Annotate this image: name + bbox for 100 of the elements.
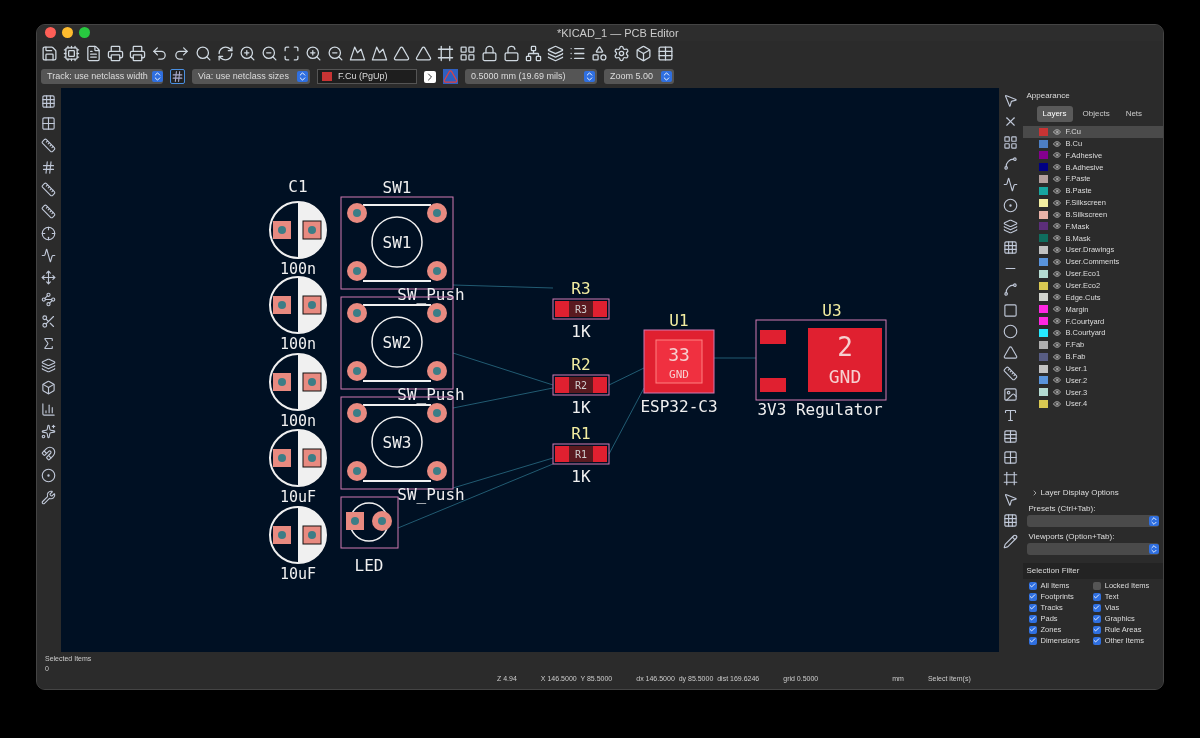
- grid-icon[interactable]: [1003, 134, 1019, 150]
- search-icon[interactable]: [195, 44, 212, 62]
- panel-tab[interactable]: Objects: [1076, 105, 1116, 122]
- eye-icon[interactable]: [1052, 222, 1061, 231]
- circle-dot-icon[interactable]: [1003, 197, 1019, 213]
- viewports-dropdown[interactable]: [1026, 542, 1159, 555]
- layer-dropdown[interactable]: F.Cu (PgUp): [317, 69, 417, 85]
- pcb-canvas[interactable]: C1 100n 100n 100n 10uF 10uF SW1 SW1 SW_Push SW2 SW_Push SW3 SW_Push LED R3 R3 1K R2 R2 1K R1 R1 1K U1 33 GND ESP32-C3 U3 2 GND 3V3 Regulator: [60, 87, 999, 652]
- option-dropdown[interactable]: Via: use netclass sizes: [192, 69, 310, 85]
- eye-icon[interactable]: [1052, 329, 1061, 337]
- eye-icon[interactable]: [1052, 364, 1061, 373]
- circle-icon[interactable]: [1003, 323, 1019, 339]
- ruler-icon[interactable]: [41, 137, 57, 153]
- undo-icon[interactable]: [151, 44, 168, 62]
- checkbox[interactable]: [1092, 625, 1101, 634]
- eye-icon[interactable]: [1052, 246, 1061, 255]
- ruler-icon[interactable]: [41, 181, 57, 197]
- spline-icon[interactable]: [1003, 281, 1019, 297]
- checkbox[interactable]: [1028, 614, 1037, 623]
- print-icon[interactable]: [129, 44, 146, 62]
- activity-icon[interactable]: [1003, 176, 1019, 192]
- eye-icon[interactable]: [1052, 293, 1061, 302]
- eye-icon[interactable]: [1052, 139, 1061, 148]
- table-icon[interactable]: [1003, 428, 1019, 444]
- eye-icon[interactable]: [1052, 186, 1061, 195]
- unlock-icon[interactable]: [503, 44, 520, 62]
- triangle-icon[interactable]: [1003, 344, 1019, 360]
- eye-icon[interactable]: [1052, 127, 1061, 136]
- checkbox[interactable]: [1028, 636, 1037, 645]
- box-icon[interactable]: [635, 44, 652, 62]
- layers-icon[interactable]: [1003, 218, 1019, 234]
- zoom-fit-icon[interactable]: [283, 44, 300, 62]
- network-icon[interactable]: [525, 44, 542, 62]
- print-icon[interactable]: [107, 44, 124, 62]
- table-icon[interactable]: [1003, 449, 1019, 465]
- chip-icon[interactable]: [63, 44, 80, 62]
- checkbox[interactable]: [1028, 581, 1037, 590]
- zoom-out-icon[interactable]: [327, 44, 344, 62]
- eye-icon[interactable]: [1052, 317, 1061, 326]
- checkbox[interactable]: [1028, 625, 1037, 634]
- eye-icon[interactable]: [1052, 257, 1061, 266]
- eye-icon[interactable]: [1052, 269, 1061, 278]
- eye-icon[interactable]: [1052, 198, 1061, 207]
- waypoints-icon[interactable]: [41, 291, 57, 307]
- grid-icon[interactable]: [459, 44, 476, 62]
- checkbox[interactable]: [1092, 603, 1101, 612]
- grid-icon[interactable]: [1003, 239, 1019, 255]
- activity-icon[interactable]: [41, 247, 57, 263]
- layers-icon[interactable]: [547, 44, 564, 62]
- ruler-icon[interactable]: [1003, 365, 1019, 381]
- cursor-icon[interactable]: [1003, 92, 1019, 108]
- zoom-in-icon[interactable]: [239, 44, 256, 62]
- checkbox[interactable]: [1092, 636, 1101, 645]
- pencil-icon[interactable]: [1003, 533, 1019, 549]
- panel-tab[interactable]: Layers: [1036, 105, 1073, 122]
- move-icon[interactable]: [41, 269, 57, 285]
- zoom-in-icon[interactable]: [305, 44, 322, 62]
- grid-icon[interactable]: [1003, 512, 1019, 528]
- eye-icon[interactable]: [1052, 376, 1061, 385]
- settings-icon[interactable]: [613, 44, 630, 62]
- eye-icon[interactable]: [1052, 388, 1061, 397]
- table-icon[interactable]: [657, 44, 674, 62]
- wrench-icon[interactable]: [41, 489, 57, 505]
- shapes-icon[interactable]: [591, 44, 608, 62]
- chart-icon[interactable]: [41, 401, 57, 417]
- eye-icon[interactable]: [1052, 400, 1061, 409]
- mountain-icon[interactable]: [349, 44, 366, 62]
- box-icon[interactable]: [41, 379, 57, 395]
- close-window-button[interactable]: [45, 27, 56, 39]
- ruler-icon[interactable]: [41, 203, 57, 219]
- image-icon[interactable]: [1003, 386, 1019, 402]
- panel-tab[interactable]: Nets: [1119, 105, 1149, 122]
- triangle-icon[interactable]: [415, 44, 432, 62]
- triangle-icon[interactable]: [393, 44, 410, 62]
- eye-icon[interactable]: [1052, 175, 1061, 184]
- zoom-out-icon[interactable]: [261, 44, 278, 62]
- circle-dot-icon[interactable]: [41, 467, 57, 483]
- lock-icon[interactable]: [481, 44, 498, 62]
- redo-icon[interactable]: [173, 44, 190, 62]
- chevron-icon[interactable]: [424, 70, 436, 83]
- checkbox[interactable]: [1092, 581, 1101, 590]
- checkbox[interactable]: [1028, 592, 1037, 601]
- display-options-toggle[interactable]: Layer Display Options: [1022, 486, 1163, 499]
- maximize-window-button[interactable]: [79, 27, 90, 39]
- mountain-icon[interactable]: [371, 44, 388, 62]
- eye-icon[interactable]: [1052, 234, 1061, 243]
- crosshair-icon[interactable]: [41, 225, 57, 241]
- frame-icon[interactable]: [437, 44, 454, 62]
- eye-icon[interactable]: [1052, 163, 1061, 172]
- option-dropdown[interactable]: Track: use netclass width: [41, 69, 163, 85]
- eye-icon[interactable]: [1052, 352, 1061, 361]
- hash-icon[interactable]: [41, 159, 57, 175]
- page-icon[interactable]: [85, 44, 102, 62]
- eye-icon[interactable]: [1052, 281, 1061, 290]
- spline-icon[interactable]: [1003, 155, 1019, 171]
- minimize-window-button[interactable]: [62, 27, 73, 39]
- checkbox[interactable]: [1092, 614, 1101, 623]
- eye-icon[interactable]: [1052, 151, 1061, 160]
- eye-icon[interactable]: [1052, 305, 1061, 314]
- checkbox[interactable]: [1092, 592, 1101, 601]
